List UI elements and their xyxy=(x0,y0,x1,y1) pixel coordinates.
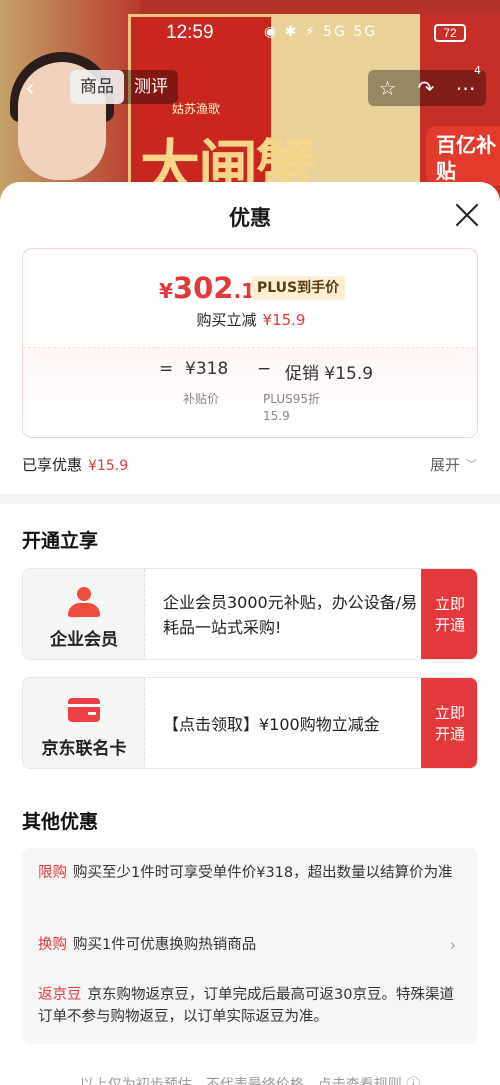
tab-review[interactable]: 测评 xyxy=(124,70,178,104)
plus-price-tag: PLUS到手价 xyxy=(251,276,346,300)
promo-label: 企业会员 xyxy=(50,630,118,650)
other-section-title: 其他优惠 xyxy=(22,811,99,833)
tab-product[interactable]: 商品 xyxy=(70,70,124,104)
promo-description: 【点击领取】¥100购物立减金 xyxy=(163,714,380,734)
status-icons: ◉ ✱ ⚡ 5G 5G xyxy=(264,24,378,40)
nav-actions: ☆ ↷ ⋯ xyxy=(368,70,486,106)
promo-amount: 促销 ¥15.9 xyxy=(285,364,374,384)
instant-discount: 购买立减 ¥15.9 xyxy=(196,311,306,329)
promo-card-enterprise[interactable]: 企业会员 企业会员3000元补贴，办公设备/易耗品一站式采购! 立即 开通 xyxy=(22,568,478,660)
base-price: ¥318 xyxy=(185,359,229,379)
nav-tabs: 商品 测评 xyxy=(70,70,178,104)
more-icon[interactable]: ⋯ xyxy=(455,76,475,100)
open-now-button[interactable]: 立即 开通 xyxy=(421,678,477,768)
price-card: ¥302.1 PLUS到手价 购买立减 ¥15.9 = ¥318 − 促销 ¥15… xyxy=(22,248,478,438)
credit-card-icon xyxy=(68,696,100,726)
expand-button[interactable]: 展开 ﹀ xyxy=(430,454,477,475)
top-nav: ‹ 商品 测评 ☆ ↷ ⋯ 4 xyxy=(0,64,500,110)
sheet-title: 优惠 xyxy=(229,206,271,230)
enjoyed-discount: 已享优惠 ¥15.9 xyxy=(22,456,129,474)
open-section-title: 开通立享 xyxy=(22,530,99,552)
close-icon[interactable] xyxy=(454,202,480,228)
share-icon[interactable]: ↷ xyxy=(418,76,435,100)
status-bar: 12:59 ◉ ✱ ⚡ 5G 5G 72 xyxy=(0,18,500,48)
status-time: 12:59 xyxy=(166,22,214,43)
star-icon[interactable]: ☆ xyxy=(379,76,397,100)
promo-label: PLUS95折 15.9 xyxy=(263,392,320,423)
other-discounts-box: 限购 购买至少1件时可享受单件价¥318，超出数量以结算价为准 换购 购买1件可优惠… xyxy=(22,848,478,1044)
price-formula: = ¥318 − 促销 ¥15.9 xyxy=(159,359,374,384)
promo-label: 京东联名卡 xyxy=(41,739,127,759)
footer-note[interactable]: 以上仅为初步预估，不代表最终价格，点击查看规则 ⓘ xyxy=(0,1074,500,1085)
person-icon xyxy=(68,587,100,617)
message-badge: 4 xyxy=(474,64,481,77)
discount-sheet: 优惠 ¥302.1 PLUS到手价 购买立减 ¥15.9 = ¥318 − 促销 … xyxy=(0,182,500,1085)
subsidy-badge: 百亿补贴 xyxy=(426,126,500,186)
open-now-button[interactable]: 立即 开通 xyxy=(421,569,477,659)
list-item: 限购 购买至少1件时可享受单件价¥318，超出数量以结算价为准 xyxy=(38,865,453,881)
base-price-label: 补贴价 xyxy=(183,392,220,406)
list-item[interactable]: 换购 购买1件可优惠换购热销商品 › xyxy=(38,934,458,956)
final-price: ¥302.1 xyxy=(159,271,255,305)
chevron-left-icon[interactable]: ‹ xyxy=(14,72,46,104)
chevron-right-icon: › xyxy=(450,936,456,954)
promo-description: 企业会员3000元补贴，办公设备/易耗品一站式采购! xyxy=(163,593,418,637)
list-item: 返京豆 京东购物返京豆，订单完成后最高可返30京豆。特殊渠道订单不参与购物返豆，以… xyxy=(38,987,454,1025)
promo-card-cobrand[interactable]: 京东联名卡 【点击领取】¥100购物立减金 立即 开通 xyxy=(22,677,478,769)
battery-icon: 72 xyxy=(434,24,466,42)
chevron-down-icon: ﹀ xyxy=(466,458,478,471)
